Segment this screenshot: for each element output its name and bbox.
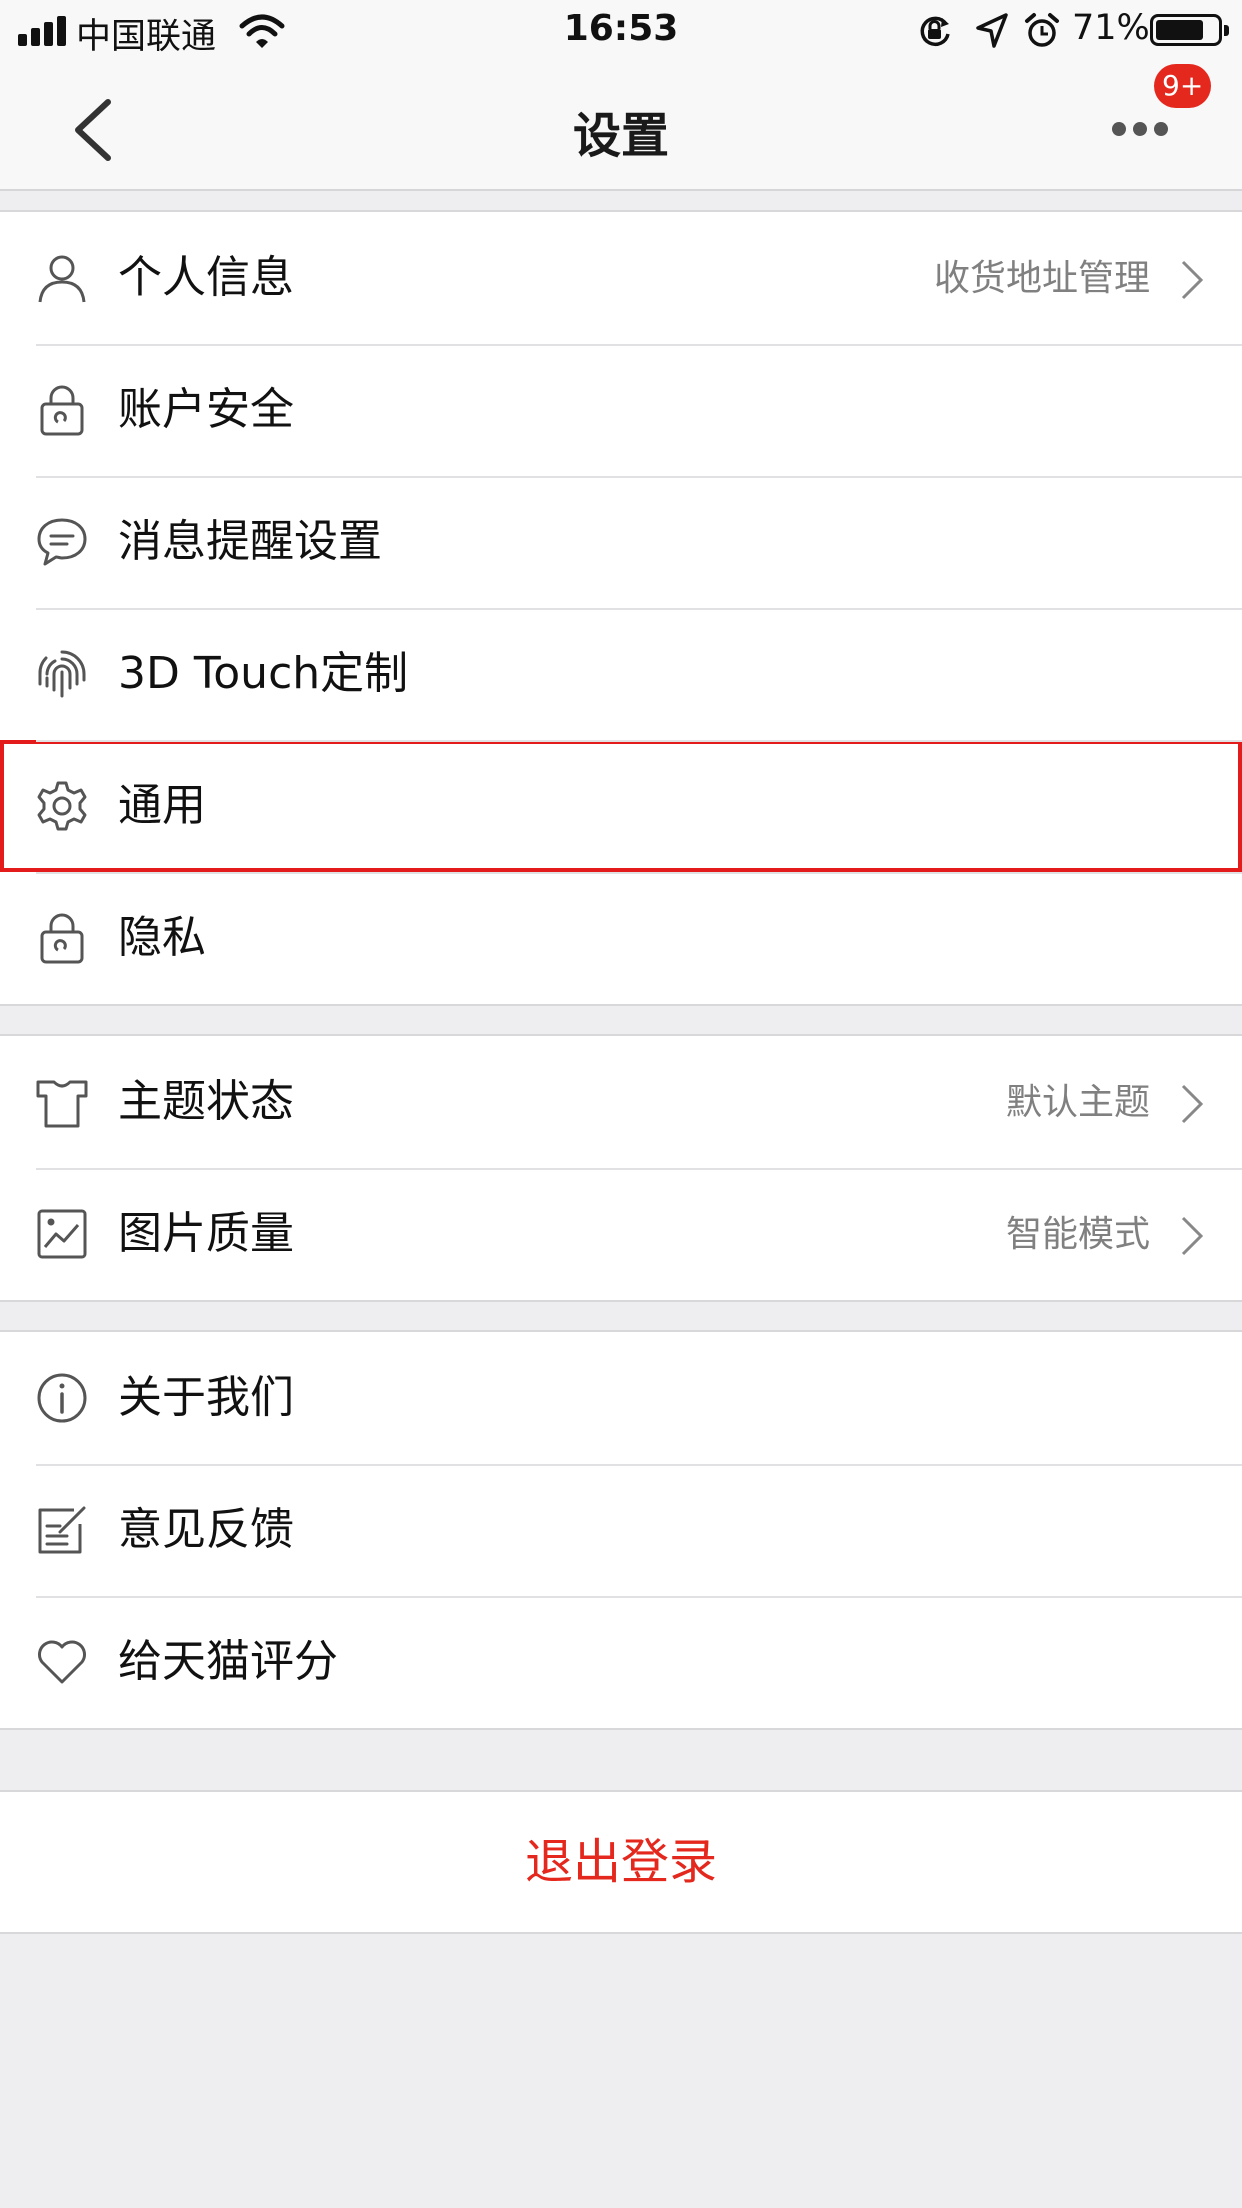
row-value: 智能模式: [1005, 1214, 1150, 1255]
notification-badge: 9+: [1154, 64, 1212, 108]
gear-icon: [37, 781, 87, 831]
image-icon: [37, 1209, 87, 1259]
alarm-icon: [1025, 13, 1059, 47]
row-label: 隐私: [118, 912, 206, 963]
row-label: 关于我们: [118, 1372, 294, 1423]
row-about-us[interactable]: 关于我们: [0, 1332, 1242, 1464]
page-title: 设置: [572, 108, 669, 164]
chevron-right-icon: [1181, 1216, 1204, 1256]
info-icon: [37, 1373, 87, 1423]
row-3d-touch[interactable]: 3D Touch定制: [0, 608, 1242, 740]
row-personal-info[interactable]: 个人信息 收货地址管理: [0, 212, 1242, 344]
row-privacy[interactable]: 隐私: [0, 872, 1242, 1004]
row-label: 账户安全: [118, 384, 294, 435]
battery-icon: [1150, 14, 1229, 46]
row-general[interactable]: 通用: [0, 740, 1242, 872]
rotation-lock-icon: [920, 16, 950, 47]
person-icon: [38, 255, 86, 303]
row-label: 图片质量: [118, 1208, 294, 1259]
row-label: 个人信息: [118, 252, 294, 303]
chat-bubble-icon: [37, 518, 87, 566]
row-theme[interactable]: 主题状态 默认主题: [0, 1036, 1242, 1168]
heart-icon: [38, 1640, 86, 1684]
settings-group-display: 主题状态 默认主题 图片质量 智能模式: [0, 1034, 1242, 1302]
row-message-notification[interactable]: 消息提醒设置: [0, 476, 1242, 608]
settings-screen: 中国联通 16:53 71% 设置 9+ 个人信息 收货地址管理 账户安全 消息…: [0, 0, 1242, 2208]
location-icon: [976, 13, 1008, 48]
feedback-icon: [38, 1506, 86, 1554]
top-bar: 中国联通 16:53 71% 设置 9+: [0, 0, 1242, 191]
battery-percent: 71%: [1072, 8, 1150, 48]
settings-group-account: 个人信息 收货地址管理 账户安全 消息提醒设置 3D Touch定制 通用 隐私: [0, 210, 1242, 1006]
row-feedback[interactable]: 意见反馈: [0, 1464, 1242, 1596]
row-label: 意见反馈: [118, 1504, 294, 1555]
logout-button[interactable]: 退出登录: [0, 1790, 1242, 1934]
tshirt-icon: [36, 1080, 88, 1128]
row-label: 主题状态: [118, 1076, 294, 1127]
lock-icon: [40, 385, 84, 436]
row-label: 消息提醒设置: [118, 516, 382, 567]
lock-icon: [40, 913, 84, 964]
settings-group-about: 关于我们 意见反馈 给天猫评分: [0, 1330, 1242, 1730]
row-value: 默认主题: [1005, 1082, 1150, 1123]
more-options-button[interactable]: [1100, 100, 1180, 160]
logout-label: 退出登录: [524, 1834, 717, 1890]
row-label: 3D Touch定制: [118, 648, 409, 699]
row-label: 给天猫评分: [118, 1636, 338, 1687]
row-account-security[interactable]: 账户安全: [0, 344, 1242, 476]
status-bar: 中国联通 16:53 71%: [0, 0, 1242, 62]
chevron-right-icon: [1181, 260, 1204, 300]
row-image-quality[interactable]: 图片质量 智能模式: [0, 1168, 1242, 1300]
row-rate-tmall[interactable]: 给天猫评分: [0, 1596, 1242, 1728]
chevron-right-icon: [1181, 1084, 1204, 1124]
fingerprint-icon: [38, 650, 86, 698]
row-label: 通用: [118, 780, 206, 831]
row-value: 收货地址管理: [933, 258, 1150, 299]
